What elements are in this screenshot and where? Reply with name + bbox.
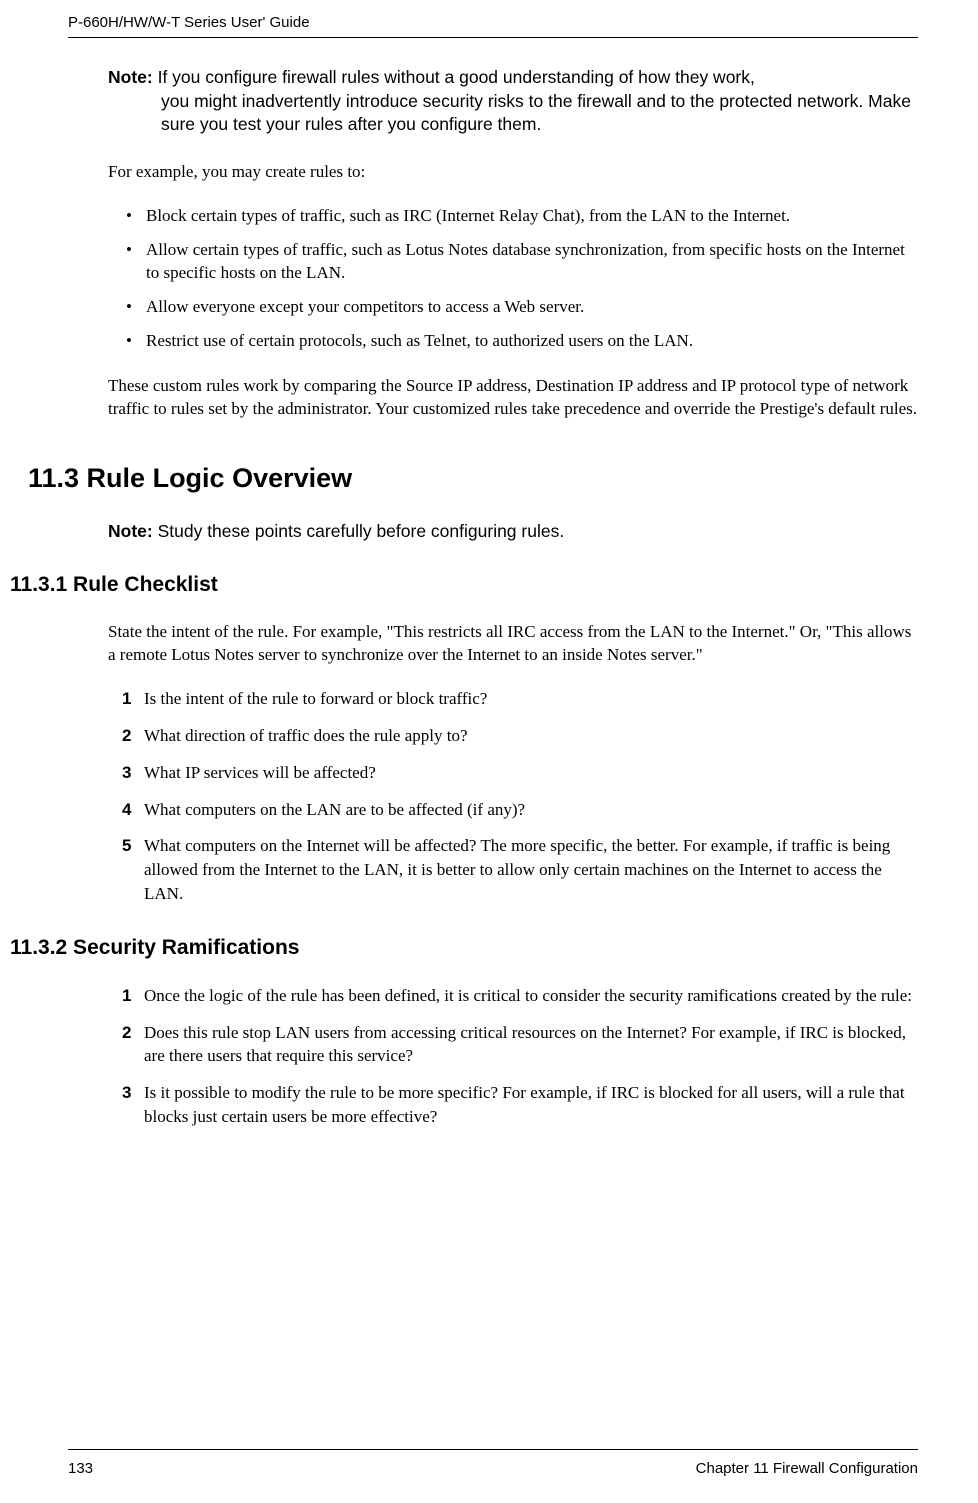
list-item: 1Once the logic of the rule has been def… — [126, 984, 918, 1008]
list-number: 2 — [122, 1021, 131, 1045]
list-text: Once the logic of the rule has been defi… — [144, 986, 912, 1005]
list-text: What computers on the Internet will be a… — [144, 836, 890, 903]
note-label: Note: — [108, 521, 153, 541]
header-title: P-660H/HW/W-T Series User' Guide — [68, 14, 310, 31]
list-text: What computers on the LAN are to be affe… — [144, 800, 525, 819]
note-text-line2: you might inadvertently introduce securi… — [108, 90, 918, 137]
list-item: 4What computers on the LAN are to be aff… — [126, 798, 918, 822]
list-item: 1Is the intent of the rule to forward or… — [126, 687, 918, 711]
note-text: Study these points carefully before conf… — [153, 521, 564, 541]
footer-rule — [68, 1449, 918, 1450]
list-text: Is the intent of the rule to forward or … — [144, 689, 487, 708]
footer-row: 133 Chapter 11 Firewall Configuration — [68, 1460, 918, 1477]
page-content: Note: If you configure firewall rules wi… — [0, 38, 978, 1129]
body-paragraph-checklist-intro: State the intent of the rule. For exampl… — [108, 621, 918, 667]
list-number: 3 — [122, 761, 131, 785]
bullet-list-rules: Block certain types of traffic, such as … — [108, 204, 918, 353]
list-text: What IP services will be affected? — [144, 763, 376, 782]
list-text: What direction of traffic does the rule … — [144, 726, 468, 745]
body-paragraph-custom-rules: These custom rules work by comparing the… — [108, 375, 918, 421]
list-item: Restrict use of certain protocols, such … — [126, 329, 918, 353]
note-text-line1: If you configure firewall rules without … — [153, 67, 755, 87]
section-heading-11-3: 11.3 Rule Logic Overview — [28, 463, 918, 494]
page-footer: 133 Chapter 11 Firewall Configuration — [0, 1449, 978, 1477]
running-header: P-660H/HW/W-T Series User' Guide — [0, 0, 978, 37]
list-item: 5What computers on the Internet will be … — [126, 834, 918, 905]
list-text: Is it possible to modify the rule to be … — [144, 1083, 905, 1126]
list-item: 3Is it possible to modify the rule to be… — [126, 1081, 918, 1129]
note-label: Note: — [108, 67, 153, 87]
note-block-2: Note: Study these points carefully befor… — [108, 520, 918, 544]
numbered-list-security: 1 Once the logic of the rule has been def… — [108, 984, 918, 1129]
list-item: Block certain types of traffic, such as … — [126, 204, 918, 228]
list-number: 1 — [122, 687, 131, 711]
note-block-1: Note: If you configure firewall rules wi… — [108, 66, 918, 137]
list-number: 4 — [122, 798, 131, 822]
list-item: 2What direction of traffic does the rule… — [126, 724, 918, 748]
list-number: 5 — [122, 834, 131, 858]
list-item: 3What IP services will be affected? — [126, 761, 918, 785]
list-item: 2Does this rule stop LAN users from acce… — [126, 1021, 918, 1069]
list-item: Allow everyone except your competitors t… — [126, 295, 918, 319]
body-paragraph-intro: For example, you may create rules to: — [108, 161, 918, 184]
list-item: Allow certain types of traffic, such as … — [126, 238, 918, 286]
page-number: 133 — [68, 1460, 93, 1477]
chapter-label: Chapter 11 Firewall Configuration — [696, 1460, 918, 1477]
numbered-list-checklist: 1 Is the intent of the rule to forward or… — [108, 687, 918, 906]
list-text: Does this rule stop LAN users from acces… — [144, 1023, 906, 1066]
section-heading-11-3-1: 11.3.1 Rule Checklist — [10, 573, 918, 597]
list-number: 1 — [122, 984, 131, 1008]
list-number: 2 — [122, 724, 131, 748]
list-number: 3 — [122, 1081, 131, 1105]
section-heading-11-3-2: 11.3.2 Security Ramifications — [10, 936, 918, 960]
